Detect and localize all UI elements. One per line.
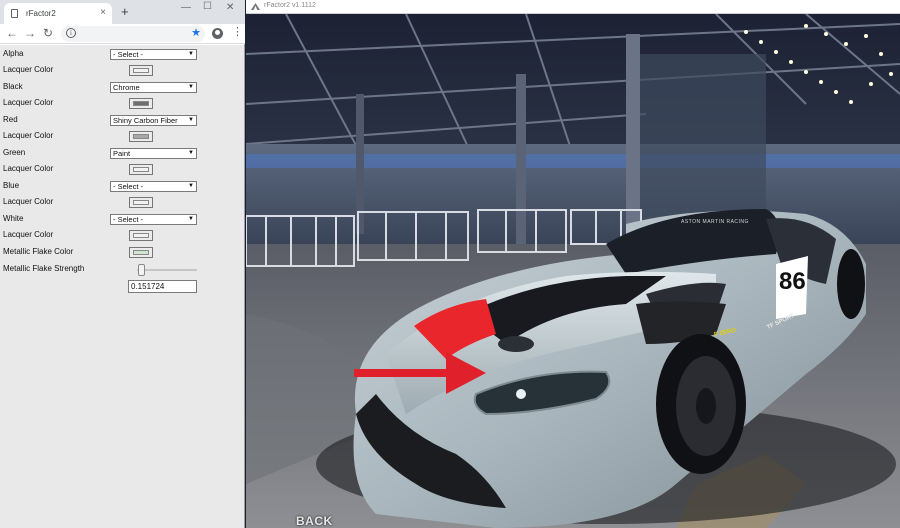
channel-label-alpha: Alpha [3, 49, 24, 58]
reload-icon[interactable]: ↻ [43, 26, 53, 40]
menu-icon[interactable]: ⋮ [232, 27, 243, 38]
hall-building [636, 54, 766, 234]
minimize-button[interactable]: — [181, 2, 191, 13]
material-select-value: Paint [113, 149, 131, 158]
hood-intake [498, 336, 534, 352]
swatch-fill [133, 167, 149, 172]
swatch-fill [133, 250, 149, 255]
address-bar[interactable]: i ★ [61, 26, 205, 42]
material-select-value: Shiny Carbon Fiber [113, 116, 178, 125]
material-select-white[interactable]: - Select - ▼ [110, 214, 197, 225]
metallic-flake-strength-track[interactable] [137, 269, 197, 271]
forward-arrow-icon[interactable]: → [24, 26, 36, 40]
channel-label-blue: Blue [3, 181, 20, 190]
dropdown-arrow-icon: ▼ [188, 183, 194, 189]
lacquer-color-picker-blue[interactable] [129, 197, 153, 208]
lacquer-label-white: Lacquer Color [3, 230, 54, 239]
dropdown-arrow-icon: ▼ [188, 216, 194, 222]
lacquer-color-picker-white[interactable] [129, 230, 153, 241]
dropdown-arrow-icon: ▼ [188, 84, 194, 90]
material-select-value: - Select - [113, 182, 144, 191]
channel-label-black: Black [3, 82, 23, 91]
new-tab-button[interactable]: + [121, 4, 129, 19]
rear-wheel [837, 249, 865, 319]
swatch-fill [133, 233, 149, 238]
account-icon[interactable] [212, 28, 223, 39]
channel-label-white: White [3, 214, 24, 223]
car-number-label: 86 [779, 268, 806, 295]
lacquer-label-red: Lacquer Color [3, 131, 54, 140]
game-window: rFactor2 v1.1112 86 P ZERO TF SPORT ASTO… [246, 0, 900, 528]
windshield-banner: ASTON MARTIN RACING [681, 219, 749, 225]
rfactor-logo-icon [251, 3, 260, 10]
car-showroom-viewport[interactable]: 86 P ZERO TF SPORT ASTON MARTIN RACING B… [246, 14, 900, 528]
dropdown-arrow-icon: ▼ [188, 117, 194, 123]
material-select-red[interactable]: Shiny Carbon Fiber ▼ [110, 115, 197, 126]
wheel-hub [696, 388, 716, 424]
material-select-value: - Select - [113, 50, 144, 59]
blue-light-strip [246, 154, 900, 168]
headlight-lamp [516, 389, 526, 399]
tab-title: rFactor2 [26, 9, 56, 18]
lacquer-color-picker-alpha[interactable] [129, 65, 153, 76]
metallic-flake-color-label: Metallic Flake Color [3, 247, 74, 256]
lacquer-label-green: Lacquer Color [3, 164, 54, 173]
hall-roof [246, 14, 900, 164]
material-select-green[interactable]: Paint ▼ [110, 148, 197, 159]
lacquer-label-black: Lacquer Color [3, 98, 54, 107]
info-icon[interactable]: i [66, 28, 76, 38]
lacquer-label-alpha: Lacquer Color [3, 65, 54, 74]
swatch-fill [133, 68, 149, 73]
close-tab-icon[interactable]: × [100, 7, 106, 18]
material-select-black[interactable]: Chrome ▼ [110, 82, 197, 93]
dropdown-arrow-icon: ▼ [188, 150, 194, 156]
tab-strip: rFactor2 × + — ☐ ✕ [0, 0, 245, 24]
material-select-blue[interactable]: - Select - ▼ [110, 181, 197, 192]
game-window-title: rFactor2 v1.1112 [264, 2, 316, 9]
dropdown-arrow-icon: ▼ [188, 51, 194, 57]
lacquer-color-picker-black[interactable] [129, 98, 153, 109]
lacquer-color-picker-red[interactable] [129, 131, 153, 142]
swatch-fill [133, 101, 149, 106]
lacquer-label-blue: Lacquer Color [3, 197, 54, 206]
livery-editor-form: Alpha - Select - ▼ Lacquer Color Black Ch… [0, 45, 244, 528]
browser-toolbar: ← → ↻ i ★ ⋮ [0, 24, 245, 44]
metallic-flake-strength-label: Metallic Flake Strength [3, 264, 85, 273]
back-button[interactable]: BACK [296, 514, 333, 528]
steel-column [626, 34, 640, 244]
channel-label-red: Red [3, 115, 18, 124]
close-window-button[interactable]: ✕ [226, 2, 234, 13]
swatch-fill [133, 134, 149, 139]
material-select-value: Chrome [113, 83, 140, 92]
lacquer-color-picker-green[interactable] [129, 164, 153, 175]
game-titlebar: rFactor2 v1.1112 [246, 0, 900, 14]
channel-label-green: Green [3, 148, 26, 157]
material-select-value: - Select - [113, 215, 144, 224]
browser-tab[interactable]: rFactor2 × [4, 3, 112, 24]
maximize-button[interactable]: ☐ [203, 1, 212, 12]
back-arrow-icon[interactable]: ← [6, 26, 18, 40]
metallic-flake-color-picker[interactable] [129, 247, 153, 258]
browser-window: rFactor2 × + — ☐ ✕ ← → ↻ i ★ ⋮ Alpha - S… [0, 0, 245, 528]
material-select-alpha[interactable]: - Select - ▼ [110, 49, 197, 60]
metallic-flake-strength-slider[interactable] [137, 264, 145, 276]
metallic-flake-strength-input[interactable] [128, 280, 197, 293]
steel-column [516, 74, 526, 244]
swatch-fill [133, 200, 149, 205]
page-icon [11, 9, 18, 18]
bookmark-star-icon[interactable]: ★ [191, 26, 201, 39]
